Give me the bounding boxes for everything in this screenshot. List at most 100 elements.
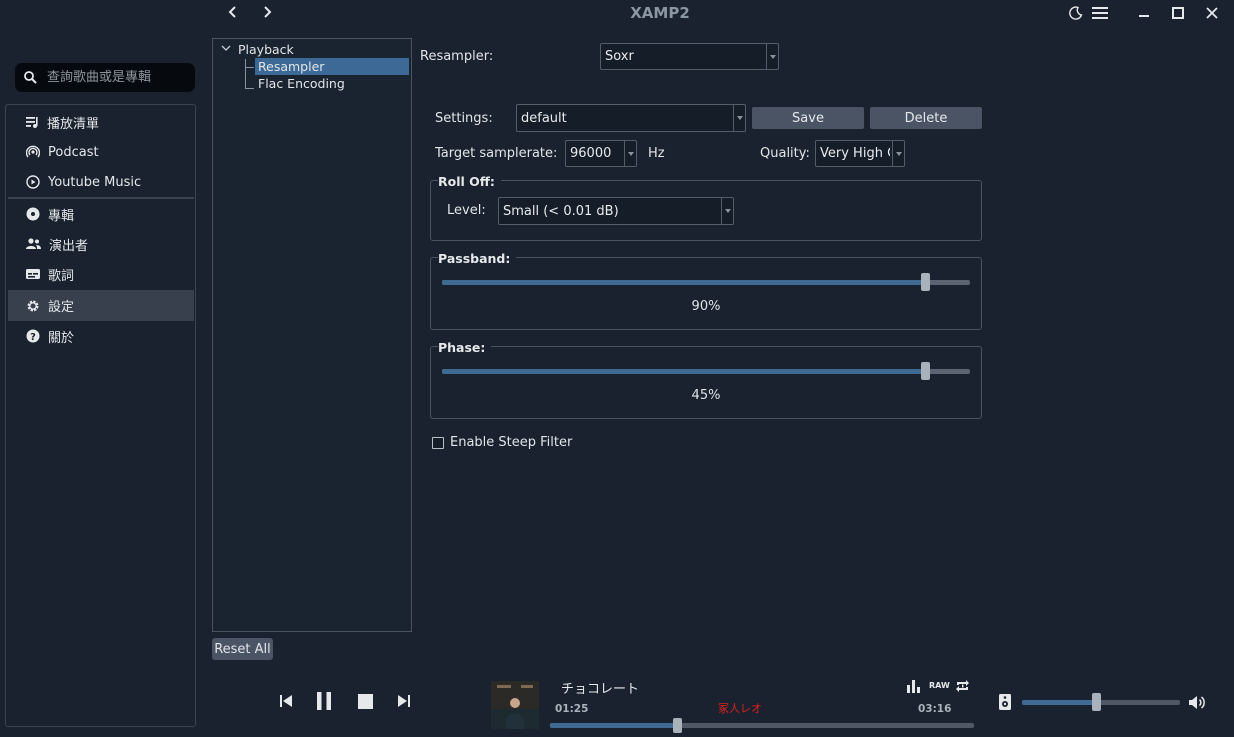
passband-slider-fill (442, 280, 925, 285)
equalizer-icon (907, 680, 920, 693)
tree-branch-line (245, 59, 246, 89)
album-art[interactable] (491, 681, 539, 729)
svg-text:?: ? (30, 332, 36, 343)
phase-slider-handle[interactable] (921, 362, 930, 380)
passband-slider[interactable] (442, 273, 970, 291)
volume-slider-handle[interactable] (1092, 693, 1101, 711)
artist-name[interactable]: 冢人レオ (705, 700, 775, 716)
sidebar-item-podcast[interactable]: Podcast (8, 137, 194, 167)
seek-slider[interactable] (550, 718, 974, 733)
total-time: 03:16 (918, 703, 952, 715)
passband-group (430, 257, 982, 330)
sidebar-item-albums[interactable]: 專輯 (8, 199, 194, 229)
sidebar-item-youtube-music[interactable]: Youtube Music (8, 167, 194, 197)
back-button[interactable] (224, 3, 242, 21)
stop-icon (357, 693, 373, 709)
close-button[interactable] (1203, 4, 1221, 22)
minimize-icon (1139, 15, 1149, 17)
output-device-button[interactable] (996, 692, 1014, 712)
steep-filter-checkbox[interactable]: Enable Steep Filter (432, 435, 572, 450)
samplerate-label: Target samplerate: (435, 146, 558, 161)
seek-slider-handle[interactable] (673, 718, 682, 733)
sidebar: 播放清單 Podcast Youtube Music 專輯 演出者 歌詞 設定 … (5, 104, 196, 727)
chevron-right-icon (264, 6, 272, 18)
mute-button[interactable] (1187, 692, 1207, 712)
settings-select-value: default (521, 110, 567, 126)
sidebar-item-label: Podcast (48, 144, 99, 160)
sidebar-item-label: 關於 (48, 330, 75, 346)
pause-icon (317, 692, 331, 710)
chevron-down-icon (624, 141, 636, 166)
people-icon (26, 238, 41, 249)
pause-button[interactable] (314, 690, 334, 712)
skip-next-icon (398, 695, 410, 707)
phase-slider-fill (442, 369, 925, 374)
tree-branch-line (245, 67, 254, 68)
level-select[interactable]: Small (< 0.01 dB) (498, 197, 734, 225)
save-button[interactable]: Save (752, 107, 864, 129)
repeat-button[interactable] (953, 677, 971, 695)
equalizer-button[interactable] (905, 677, 923, 695)
sidebar-item-label: 設定 (48, 300, 75, 315)
close-icon (1206, 7, 1218, 19)
podcast-icon (26, 145, 40, 158)
repeat-one-icon (955, 680, 969, 692)
passband-value: 90% (691, 299, 721, 314)
sidebar-item-label: 演出者 (49, 238, 89, 254)
skip-previous-icon (280, 695, 292, 707)
sidebar-item-lyrics[interactable]: 歌詞 (8, 259, 194, 289)
minimize-button[interactable] (1135, 4, 1153, 22)
steep-filter-label: Enable Steep Filter (450, 435, 573, 450)
phase-value: 45% (691, 388, 721, 403)
sidebar-item-label: 專輯 (48, 208, 75, 224)
search-input[interactable] (47, 70, 182, 85)
samplerate-unit: Hz (648, 146, 665, 161)
volume-slider-fill (1022, 700, 1096, 705)
level-label: Level: (447, 203, 486, 218)
disc-icon (26, 207, 40, 221)
theme-toggle-button[interactable] (1067, 4, 1085, 22)
tree-item-playback[interactable]: Playback (238, 42, 294, 57)
sidebar-item-label: 播放清單 (47, 116, 100, 132)
previous-button[interactable] (277, 692, 295, 710)
maximize-button[interactable] (1169, 4, 1187, 22)
level-select-value: Small (< 0.01 dB) (503, 203, 619, 219)
volume-slider[interactable] (1022, 693, 1180, 711)
checkbox-box[interactable] (432, 436, 444, 449)
play-circle-icon (26, 175, 40, 189)
forward-button[interactable] (258, 3, 276, 21)
settings-label: Settings: (435, 111, 493, 126)
sidebar-item-about[interactable]: ? 關於 (8, 321, 194, 351)
sidebar-item-settings[interactable]: 設定 (8, 290, 194, 321)
samplerate-select[interactable]: 96000 (565, 140, 637, 167)
raw-badge[interactable]: RAW (929, 681, 950, 690)
chevron-down-icon[interactable] (221, 45, 231, 53)
settings-select[interactable]: default (516, 104, 746, 132)
sidebar-item-playlist[interactable]: 播放清單 (8, 107, 194, 137)
quality-select-value: Very High Q (820, 146, 890, 161)
search-icon (24, 71, 37, 84)
phase-slider[interactable] (442, 362, 970, 380)
sidebar-item-label: 歌詞 (48, 268, 75, 284)
sidebar-item-artists[interactable]: 演出者 (8, 229, 194, 259)
elapsed-time: 01:25 (555, 703, 589, 715)
menu-button[interactable] (1090, 4, 1110, 22)
reset-all-button[interactable]: Reset All (212, 638, 273, 660)
tree-item-resampler[interactable]: Resampler (255, 58, 409, 75)
next-button[interactable] (395, 692, 413, 710)
chevron-down-icon (733, 105, 745, 131)
chevron-down-icon (721, 198, 733, 224)
tree-item-flac-encoding[interactable]: Flac Encoding (258, 76, 345, 91)
playlist-icon (26, 117, 38, 128)
hamburger-icon (1092, 7, 1108, 19)
gear-icon (27, 299, 39, 312)
quality-label: Quality: (760, 146, 810, 161)
samplerate-select-value: 96000 (570, 146, 612, 161)
resampler-select[interactable]: Soxr (600, 43, 779, 70)
passband-slider-handle[interactable] (921, 273, 930, 291)
search-box[interactable] (15, 63, 195, 92)
delete-button[interactable]: Delete (870, 107, 982, 129)
quality-select[interactable]: Very High Q (815, 140, 905, 167)
stop-button[interactable] (356, 692, 374, 710)
volume-icon (1188, 695, 1205, 709)
